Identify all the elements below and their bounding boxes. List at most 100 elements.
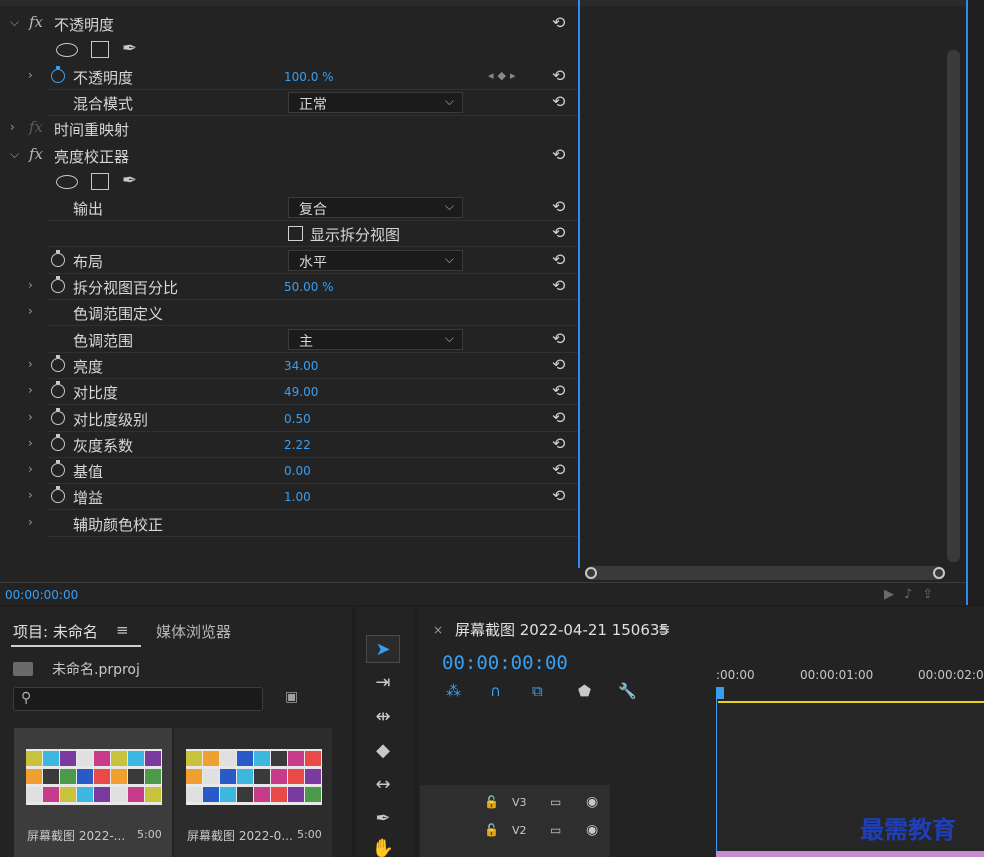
chevron-right-icon[interactable]: › [28,410,33,424]
param-value[interactable]: 0.00 [284,464,311,478]
pen-mask-icon[interactable]: ✒ [122,170,137,191]
effect-row[interactable]: › fx 时间重映射 [4,116,578,142]
hand-tool-icon[interactable]: ✋ [366,835,400,857]
stopwatch-icon[interactable] [51,249,65,267]
effect-row[interactable]: › 增益 1.00 ⟲ [4,484,578,511]
param-value[interactable]: 0.50 [284,412,311,426]
fx-toggle-icon[interactable]: fx [29,13,43,31]
export-icon[interactable]: ⇪ [922,587,943,602]
chevron-right-icon[interactable]: › [28,462,33,476]
project-menu-icon[interactable]: ≡ [116,621,129,639]
track-v3[interactable]: 🔓 V3 ▭ ◉ [420,791,610,817]
timeline-timecode[interactable]: 00:00:00:00 [442,652,568,674]
reset-icon[interactable]: ⟲ [552,66,565,85]
param-value[interactable]: 49.00 [284,385,318,399]
slip-tool-icon[interactable]: ↔ [366,771,400,799]
reset-icon[interactable]: ⟲ [552,486,565,505]
effect-row[interactable]: 布局 水平 ⌵ ⟲ [4,248,578,274]
effect-row[interactable]: › 亮度 34.00 ⟲ [4,353,578,379]
reset-icon[interactable]: ⟲ [552,276,565,295]
chevron-down-icon[interactable]: ⌵ [10,147,19,162]
track-select-tool-icon[interactable]: ⇥ [366,669,400,697]
vertical-scrollbar[interactable] [947,50,960,562]
reset-icon[interactable]: ⟲ [552,408,565,427]
param-value[interactable]: 1.00 [284,490,311,504]
scroll-start-handle[interactable] [585,567,597,579]
param-dropdown[interactable]: 正常 ⌵ [288,91,463,113]
project-tab[interactable]: 项目: 未命名 [13,621,98,642]
sync-lock-icon[interactable]: ▭ [550,795,561,809]
time-ruler[interactable]: :00:00 00:00:01:00 00:00:02:0 [716,665,984,701]
effect-row[interactable]: 色调范围主 ⌵ ⟲ [4,327,578,353]
chevron-right-icon[interactable]: › [10,120,15,134]
stopwatch-icon[interactable] [51,433,65,451]
param-value[interactable]: 100.0 % [284,70,334,84]
effect-row[interactable]: › 基值 0.00 ⟲ [4,458,578,485]
project-item[interactable]: 屏幕截图 2022-0... 5:00 [174,728,332,857]
effect-row[interactable]: 输出 复合 ⌵ ⟲ [4,195,578,222]
ellipse-mask-icon[interactable] [56,43,78,58]
chevron-right-icon[interactable]: › [28,515,33,529]
param-dropdown[interactable]: 复合 ⌵ [288,197,463,219]
track-v2[interactable]: 🔓 V2 ▭ ◉ [420,819,610,845]
stopwatch-icon[interactable] [51,276,65,293]
effect-row[interactable]: ✒ [4,169,578,195]
clip[interactable] [716,851,984,857]
eye-icon[interactable]: ◉ [586,822,598,838]
work-area-bar[interactable] [718,701,984,703]
reset-icon[interactable]: ⟲ [552,145,565,164]
reset-icon[interactable]: ⟲ [552,250,565,269]
media-browser-tab[interactable]: 媒体浏览器 [156,621,231,642]
reset-icon[interactable]: ⟲ [552,223,565,242]
nest-sequence-icon[interactable]: ⁂ [446,682,461,700]
effect-row[interactable]: ⌵ fx 不透明度 ⟲ [4,11,578,37]
effect-row[interactable]: 混合模式 正常 ⌵ ⟲ [4,90,578,116]
chevron-right-icon[interactable]: › [28,357,33,371]
stopwatch-icon[interactable] [51,381,65,399]
pen-tool-icon[interactable]: ✒ [366,805,400,833]
linked-selection-icon[interactable]: ⧉ [532,682,543,700]
stopwatch-icon[interactable] [51,354,65,372]
reset-icon[interactable]: ⟲ [552,92,565,111]
chevron-right-icon[interactable]: › [28,383,33,397]
lock-icon[interactable]: 🔓 [484,823,499,837]
ripple-edit-tool-icon[interactable]: ⇹ [366,703,400,731]
effect-row[interactable]: › 对比度 49.00 ⟲ [4,379,578,406]
reset-icon[interactable]: ⟲ [552,355,565,374]
stopwatch-icon[interactable] [51,65,65,83]
effect-row[interactable]: 显示拆分视图 ⟲ [4,221,578,248]
effect-row[interactable]: › 辅助颜色校正 [4,511,578,537]
fx-toggle-icon[interactable]: fx [29,118,43,136]
chevron-right-icon[interactable]: › [28,278,33,292]
stopwatch-icon[interactable] [51,460,65,478]
sequence-tab[interactable]: 屏幕截图 2022-04-21 150635 [455,619,669,640]
scroll-end-handle[interactable] [933,567,945,579]
pen-mask-icon[interactable]: ✒ [122,38,137,59]
effect-row[interactable]: › 色调范围定义 [4,300,578,327]
chevron-right-icon[interactable]: › [28,68,33,82]
new-bin-icon[interactable]: ▣ [285,689,298,705]
footer-timecode[interactable]: 00:00:00:00 [5,588,78,602]
effect-row[interactable]: › 对比度级别 0.50 ⟲ [4,406,578,432]
keyframe-nav-icon[interactable]: ◂◆▸ [488,69,520,82]
lock-icon[interactable]: 🔓 [484,795,499,809]
playhead-line[interactable] [578,0,580,568]
effect-row[interactable]: ✒ [4,37,578,63]
sync-lock-icon[interactable]: ▭ [550,823,561,837]
fx-toggle-icon[interactable]: fx [29,145,43,163]
reset-icon[interactable]: ⟲ [552,329,565,348]
selection-tool-icon[interactable]: ➤ [366,635,400,663]
chevron-right-icon[interactable]: › [28,488,33,502]
playhead-line[interactable] [716,699,717,857]
razor-tool-icon[interactable]: ◆ [366,737,400,765]
settings-wrench-icon[interactable]: 🔧 [618,682,637,700]
horizontal-scrollbar[interactable] [585,566,945,580]
split-view-checkbox[interactable] [288,226,303,242]
play-audio-icon[interactable]: ▶♪ [884,587,922,602]
reset-icon[interactable]: ⟲ [552,13,565,32]
rectangle-mask-icon[interactable] [91,41,109,59]
keyframe-area[interactable] [580,6,950,568]
timeline-menu-icon[interactable]: ≡ [658,620,671,638]
effect-row[interactable]: ⌵ fx 亮度校正器 ⟲ [4,143,578,169]
eye-icon[interactable]: ◉ [586,794,598,810]
